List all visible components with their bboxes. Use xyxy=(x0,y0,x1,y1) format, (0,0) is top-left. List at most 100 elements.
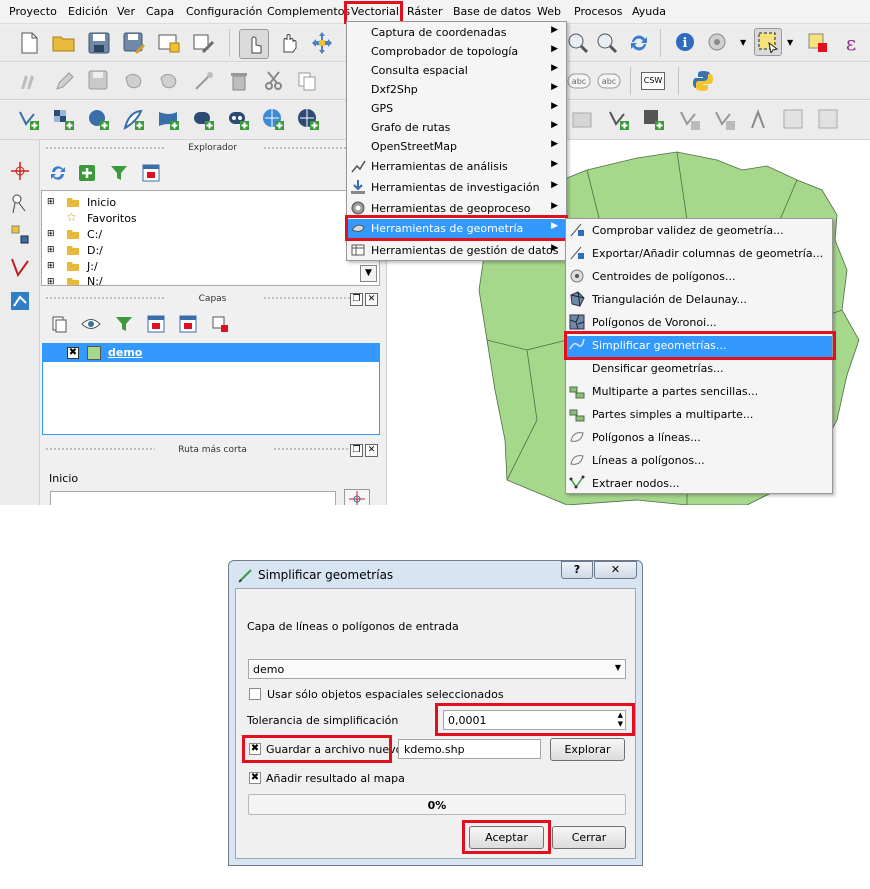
add-postgis-layer-icon[interactable] xyxy=(86,107,112,133)
menu-item-comprobador-topologia[interactable]: Comprobador de topología ▶ xyxy=(347,42,566,61)
menu-ayuda[interactable]: Ayuda xyxy=(632,5,666,18)
close-button[interactable]: Cerrar xyxy=(552,826,626,849)
expand-inicio-icon[interactable]: ⊞ xyxy=(47,197,55,207)
browse-button[interactable]: Explorar xyxy=(550,738,625,761)
tree-item-inicio[interactable]: Inicio xyxy=(87,196,116,209)
menu-item-simples-multiparte[interactable]: Partes simples a multiparte... xyxy=(566,405,832,427)
menu-item-herramientas-analisis[interactable]: Herramientas de análisis ▶ xyxy=(347,157,566,176)
menu-raster[interactable]: Ráster xyxy=(407,5,442,18)
menu-configuracion[interactable]: Configuración xyxy=(186,5,262,18)
save-layer-edits-icon[interactable] xyxy=(86,68,112,94)
tree-item-n[interactable]: N:/ xyxy=(87,275,103,285)
zoom-next-icon[interactable] xyxy=(594,30,620,56)
new-raster-icon[interactable] xyxy=(641,107,667,133)
browser-refresh-icon[interactable] xyxy=(45,160,71,186)
add-mssql-layer-icon[interactable] xyxy=(156,107,182,133)
menu-item-comprobar-validez[interactable]: Comprobar validez de geometría... xyxy=(566,221,832,243)
add-result-checkbox[interactable]: ✖ xyxy=(249,772,261,784)
browser-collapse-icon[interactable] xyxy=(138,160,164,186)
menu-item-extraer-nodos[interactable]: Extraer nodos... xyxy=(566,474,832,494)
layer-style-icon[interactable] xyxy=(46,311,72,337)
topology-checker-icon[interactable] xyxy=(7,254,33,280)
tree-item-favoritos[interactable]: Favoritos xyxy=(87,212,137,225)
menu-item-centroides[interactable]: Centroides de polígonos... xyxy=(566,267,832,289)
capture-point-icon[interactable] xyxy=(7,158,33,184)
new-project-icon[interactable] xyxy=(16,30,42,56)
georef-tool-1-icon[interactable] xyxy=(570,107,596,133)
open-project-icon[interactable] xyxy=(51,30,77,56)
menu-edicion[interactable]: Edición xyxy=(68,5,108,18)
float-panel-icon[interactable]: ❐ xyxy=(350,293,363,306)
menu-item-gps[interactable]: GPS ▶ xyxy=(347,99,566,118)
float-panel-icon[interactable]: ❐ xyxy=(350,444,363,457)
new-gpx-icon[interactable] xyxy=(747,107,773,133)
cut-features-icon[interactable] xyxy=(261,68,287,94)
copy-features-icon[interactable] xyxy=(294,68,320,94)
layer-name[interactable]: demo xyxy=(108,346,142,359)
layer-collapse-all-icon[interactable] xyxy=(175,311,201,337)
composer-manager-icon[interactable] xyxy=(191,30,217,56)
expand-j-icon[interactable]: ⊞ xyxy=(47,261,55,271)
menu-item-herramientas-gestion-datos[interactable]: Herramientas de gestión de datos ▶ xyxy=(347,241,566,260)
help-button[interactable]: ? xyxy=(561,561,593,579)
close-panel-icon[interactable]: ✕ xyxy=(365,293,378,306)
menu-item-herramientas-investigacion[interactable]: Herramientas de investigación ▶ xyxy=(347,178,566,197)
layer-visibility-icon[interactable] xyxy=(79,311,105,337)
osm-tool-icon[interactable] xyxy=(7,288,33,314)
route-start-input[interactable] xyxy=(50,491,336,505)
node-tool-icon[interactable] xyxy=(191,68,217,94)
close-panel-icon[interactable]: ✕ xyxy=(365,444,378,457)
menu-proyecto[interactable]: Proyecto xyxy=(9,5,57,18)
tree-item-d[interactable]: D:/ xyxy=(87,244,103,257)
add-wms-layer-icon[interactable] xyxy=(261,107,287,133)
refresh-icon[interactable] xyxy=(626,30,652,56)
georef-tool-2-icon[interactable] xyxy=(781,107,807,133)
new-print-composer-icon[interactable] xyxy=(156,30,182,56)
close-window-icon[interactable]: ✕ xyxy=(594,561,637,579)
select-dropdown-icon[interactable]: ▼ xyxy=(787,38,793,47)
menu-item-delaunay[interactable]: Triangulación de Delaunay... xyxy=(566,290,832,312)
menu-item-multiparte-sencillas[interactable]: Multiparte a partes sencillas... xyxy=(566,382,832,404)
zoom-last-icon[interactable] xyxy=(565,30,591,56)
expand-n-icon[interactable]: ⊞ xyxy=(47,277,55,285)
menu-procesos[interactable]: Procesos xyxy=(574,5,622,18)
layer-filter-icon[interactable] xyxy=(111,311,137,337)
move-feature-icon[interactable] xyxy=(156,68,182,94)
menu-item-consulta-espacial[interactable]: Consulta espacial ▶ xyxy=(347,61,566,80)
tree-item-j[interactable]: J:/ xyxy=(87,260,98,273)
menu-item-poligonos-lineas[interactable]: Polígonos a líneas... xyxy=(566,428,832,450)
python-console-icon[interactable] xyxy=(690,68,716,94)
current-edits-icon[interactable] xyxy=(16,68,42,94)
menu-item-lineas-poligonos[interactable]: Líneas a polígonos... xyxy=(566,451,832,473)
add-raster-layer-icon[interactable] xyxy=(51,107,77,133)
remove-layer-icon[interactable] xyxy=(207,311,233,337)
identify-features-icon[interactable]: i xyxy=(673,30,699,56)
browser-add-selected-icon[interactable] xyxy=(74,160,100,186)
csw-icon[interactable]: CSW xyxy=(640,68,666,94)
deselect-features-icon[interactable] xyxy=(805,30,831,56)
menu-complementos[interactable]: Complementos xyxy=(267,5,350,18)
add-oracle-layer-icon[interactable] xyxy=(191,107,217,133)
pan-to-selection-icon[interactable] xyxy=(309,30,335,56)
layer-row-demo[interactable]: ✖ demo xyxy=(43,344,379,362)
menu-item-densificar[interactable]: Densificar geometrías... xyxy=(566,359,832,381)
add-db2-layer-icon[interactable] xyxy=(226,107,252,133)
expand-d-icon[interactable]: ⊞ xyxy=(47,245,55,255)
expand-c-icon[interactable]: ⊞ xyxy=(47,229,55,239)
new-shapefile-icon[interactable] xyxy=(712,107,738,133)
select-features-icon[interactable] xyxy=(754,28,782,56)
delete-selected-icon[interactable] xyxy=(226,68,252,94)
label-tool-1-icon[interactable]: abc xyxy=(566,68,592,94)
touch-zoom-pan-icon[interactable] xyxy=(239,29,269,59)
map-tips-icon[interactable] xyxy=(706,30,732,56)
add-vector-layer-icon[interactable] xyxy=(16,107,42,133)
input-layer-select[interactable]: demo ▼ xyxy=(248,659,626,679)
add-feature-icon[interactable] xyxy=(121,68,147,94)
save-project-icon[interactable] xyxy=(86,30,112,56)
menu-base-de-datos[interactable]: Base de datos xyxy=(453,5,531,18)
browser-filter-icon[interactable] xyxy=(106,160,132,186)
toggle-editing-icon[interactable] xyxy=(51,68,77,94)
map-tips-dropdown-icon[interactable]: ▼ xyxy=(740,38,746,47)
layer-expand-all-icon[interactable] xyxy=(143,311,169,337)
pan-map-icon[interactable] xyxy=(276,30,302,56)
